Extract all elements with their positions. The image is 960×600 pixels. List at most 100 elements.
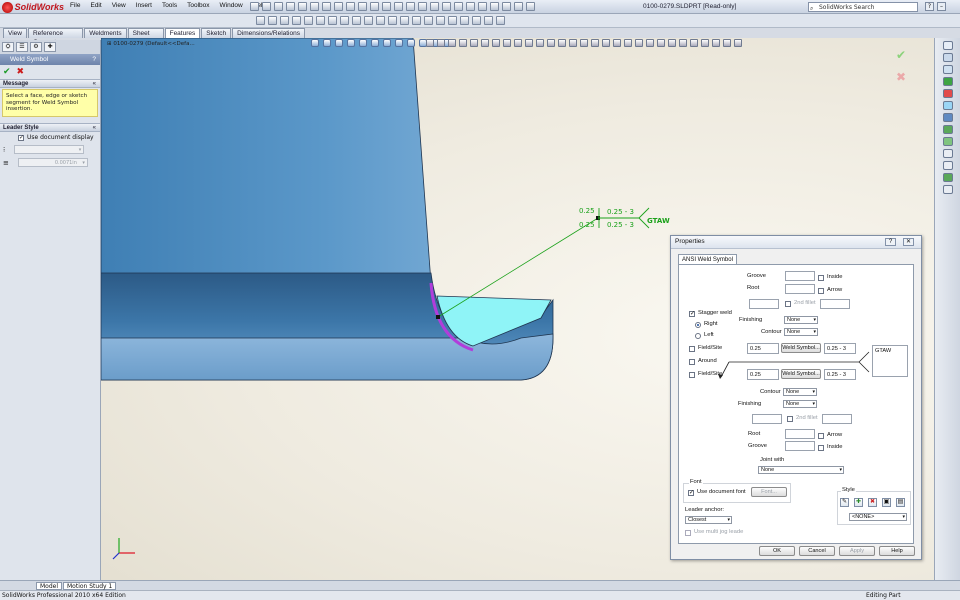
move-face-icon[interactable] <box>472 16 481 25</box>
options-icon[interactable] <box>346 2 355 11</box>
flex-icon[interactable] <box>496 16 505 25</box>
task-pane-tool-5-icon[interactable] <box>943 173 953 182</box>
fillet-icon[interactable] <box>304 16 313 25</box>
task-pane-tool-3-icon[interactable] <box>943 149 953 158</box>
upper-second-field[interactable] <box>820 299 850 309</box>
menu-window[interactable]: Window <box>220 2 243 9</box>
style-save-icon[interactable]: ▣ <box>882 498 891 507</box>
hole-callout-icon[interactable] <box>454 2 463 11</box>
lower-size-field[interactable]: 0.25 <box>747 369 779 380</box>
new-icon[interactable] <box>250 2 259 11</box>
apply-button[interactable]: Apply <box>839 546 875 556</box>
menu-insert[interactable]: Insert <box>136 2 152 9</box>
stagger-weld-checkbox[interactable] <box>689 310 695 317</box>
use-document-display-row[interactable]: Use document display <box>0 132 100 143</box>
dialog-close-icon[interactable]: ✕ <box>903 238 914 246</box>
section-view-icon[interactable] <box>347 39 355 47</box>
weld-symbol-icon[interactable] <box>418 2 427 11</box>
confirm-cancel-icon[interactable]: ✖ <box>896 70 906 84</box>
temporary-axes-icon[interactable] <box>701 39 709 47</box>
balloon-icon[interactable] <box>394 2 403 11</box>
instant3d-icon[interactable] <box>436 16 445 25</box>
curves-icon[interactable] <box>424 16 433 25</box>
style-select[interactable]: <NONE> <box>849 513 907 521</box>
block-icon[interactable] <box>502 2 511 11</box>
stagger-right-radio[interactable] <box>695 322 701 328</box>
lower-2nd-fillet-checkbox[interactable] <box>787 416 793 422</box>
redo-icon[interactable] <box>310 2 319 11</box>
coordinate-systems-icon[interactable] <box>723 39 731 47</box>
axis-icon[interactable] <box>412 16 421 25</box>
task-pane-design-library-icon[interactable] <box>943 53 953 62</box>
open-icon[interactable] <box>262 2 271 11</box>
tab-dimensions-relations[interactable]: Dimensions/Relations <box>232 28 305 38</box>
task-pane-tool-2-icon[interactable] <box>943 137 953 146</box>
lights-icon[interactable] <box>646 39 654 47</box>
top-view-icon[interactable] <box>470 39 478 47</box>
upper-groove-field[interactable] <box>785 271 815 281</box>
zoom-fit-icon[interactable] <box>311 39 319 47</box>
lower-finishing-select[interactable]: None <box>783 400 817 408</box>
display-style-icon[interactable] <box>371 39 379 47</box>
solidworks-logo[interactable]: SolidWorks <box>2 1 64 13</box>
upper-inside-checkbox[interactable] <box>818 275 824 281</box>
datum-icon[interactable] <box>430 2 439 11</box>
trimetric-view-icon[interactable] <box>503 39 511 47</box>
tab-sheet-metal[interactable]: Sheet Metal <box>127 28 164 46</box>
mirror-icon[interactable] <box>376 16 385 25</box>
tab-features[interactable]: Features <box>164 28 201 38</box>
origins-icon[interactable] <box>679 39 687 47</box>
task-pane-tool-6-icon[interactable] <box>943 185 953 194</box>
save-icon[interactable] <box>274 2 283 11</box>
minimize-icon[interactable]: – <box>937 2 946 11</box>
help-button[interactable]: Help <box>879 546 915 556</box>
select-icon[interactable] <box>322 2 331 11</box>
dialog-title-bar[interactable]: Properties ? ✕ <box>671 236 921 249</box>
center-mark-icon[interactable] <box>478 2 487 11</box>
gtol-icon[interactable] <box>442 2 451 11</box>
centerline-icon[interactable] <box>466 2 475 11</box>
configuration-manager-icon[interactable]: ⚙ <box>30 42 42 52</box>
rebuild-icon[interactable] <box>334 2 343 11</box>
sketch-icon[interactable] <box>358 2 367 11</box>
zoom-area-icon[interactable] <box>323 39 331 47</box>
sketches-icon[interactable] <box>734 39 742 47</box>
style-add-icon[interactable]: ✚ <box>854 498 863 507</box>
menu-view[interactable]: View <box>112 2 126 9</box>
tab-view[interactable]: View <box>3 28 27 38</box>
process-text-area[interactable]: GTAW <box>872 345 908 377</box>
confirm-ok-icon[interactable]: ✔ <box>896 48 906 62</box>
leader-style-group-header[interactable]: Leader Style « <box>0 123 100 132</box>
ok-checkmark-icon[interactable]: ✔ <box>3 67 11 77</box>
points-icon[interactable] <box>712 39 720 47</box>
shadows-icon[interactable] <box>602 39 610 47</box>
zebra-icon[interactable] <box>635 39 643 47</box>
normal-to-icon[interactable] <box>525 39 533 47</box>
line-thickness-select[interactable]: 0.0071in <box>17 158 88 167</box>
wireframe-icon[interactable] <box>569 39 577 47</box>
menu-tools[interactable]: Tools <box>162 2 177 9</box>
task-pane-tool-1-icon[interactable] <box>943 125 953 134</box>
curvature-icon[interactable] <box>624 39 632 47</box>
smart-dimension-icon[interactable] <box>370 2 379 11</box>
style-load-icon[interactable]: ▤ <box>896 498 905 507</box>
upper-angle-field[interactable] <box>749 299 779 309</box>
table-icon[interactable] <box>514 2 523 11</box>
note-icon[interactable] <box>382 2 391 11</box>
split-icon[interactable] <box>460 16 469 25</box>
undo-icon[interactable] <box>298 2 307 11</box>
task-pane-custom-properties-icon[interactable] <box>943 113 953 122</box>
upper-contour-select[interactable]: None <box>784 328 818 336</box>
right-view-icon[interactable] <box>459 39 467 47</box>
planes-icon[interactable] <box>668 39 676 47</box>
task-pane-explorer-icon[interactable] <box>943 65 953 74</box>
pattern-icon[interactable] <box>364 16 373 25</box>
axes-icon[interactable] <box>690 39 698 47</box>
back-view-icon[interactable] <box>437 39 445 47</box>
lower-arrow-checkbox[interactable] <box>818 433 824 439</box>
upper-arrow-checkbox[interactable] <box>818 288 824 294</box>
hidden-lines-icon[interactable] <box>580 39 588 47</box>
tab-weldments[interactable]: Weldments <box>84 28 127 38</box>
line-style-select[interactable] <box>14 145 85 154</box>
lower-contour-select[interactable]: None <box>783 388 817 396</box>
